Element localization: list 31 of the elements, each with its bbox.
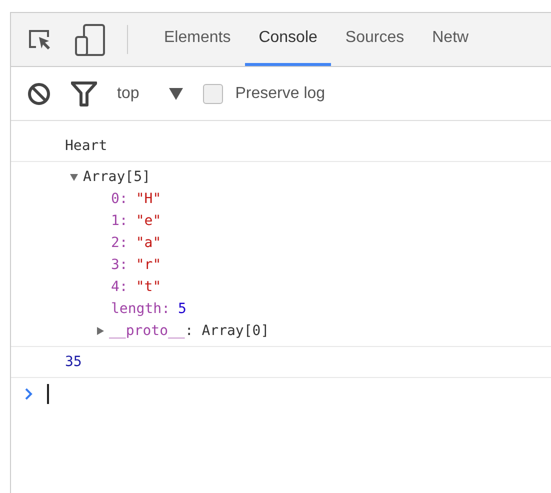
- preserve-log-checkbox[interactable]: [203, 84, 224, 104]
- property-key[interactable]: __proto__: [109, 322, 185, 340]
- prompt-chevron-icon: [25, 388, 33, 400]
- property-value: "H": [136, 190, 162, 208]
- devtools-tab[interactable]: Console: [244, 13, 332, 66]
- object-label[interactable]: Array[5]: [83, 168, 150, 186]
- expanded-triangle-icon[interactable]: [69, 172, 79, 182]
- context-selector[interactable]: top: [117, 82, 140, 106]
- devtools-tab[interactable]: Elements: [150, 13, 245, 66]
- collapsed-triangle-icon[interactable]: [95, 326, 105, 336]
- property-value: : Array[0]: [184, 322, 270, 340]
- property-key: 0:: [111, 190, 128, 208]
- property-key: 1:: [111, 212, 128, 230]
- property-key: 2:: [111, 234, 128, 252]
- dropdown-triangle-icon[interactable]: [169, 88, 184, 100]
- property-value: "t": [136, 278, 162, 296]
- property-value: 5: [178, 300, 186, 318]
- property-value: "a": [136, 234, 162, 252]
- property-key: length:: [111, 300, 170, 318]
- result-value: 35: [65, 354, 82, 370]
- filter-icon[interactable]: [71, 80, 97, 106]
- property-key: 4:: [111, 278, 128, 296]
- log-message: Heart: [65, 138, 108, 154]
- clear-icon[interactable]: [27, 82, 51, 106]
- property-key: 3:: [111, 256, 128, 274]
- devtools-tab[interactable]: Sources: [331, 13, 418, 66]
- property-value: "e": [136, 212, 162, 230]
- property-value: "r": [136, 256, 162, 274]
- checkbox-label: Preserve log: [235, 84, 326, 104]
- device-icon[interactable]: [75, 24, 105, 56]
- devtools-tab[interactable]: Netw: [418, 13, 483, 66]
